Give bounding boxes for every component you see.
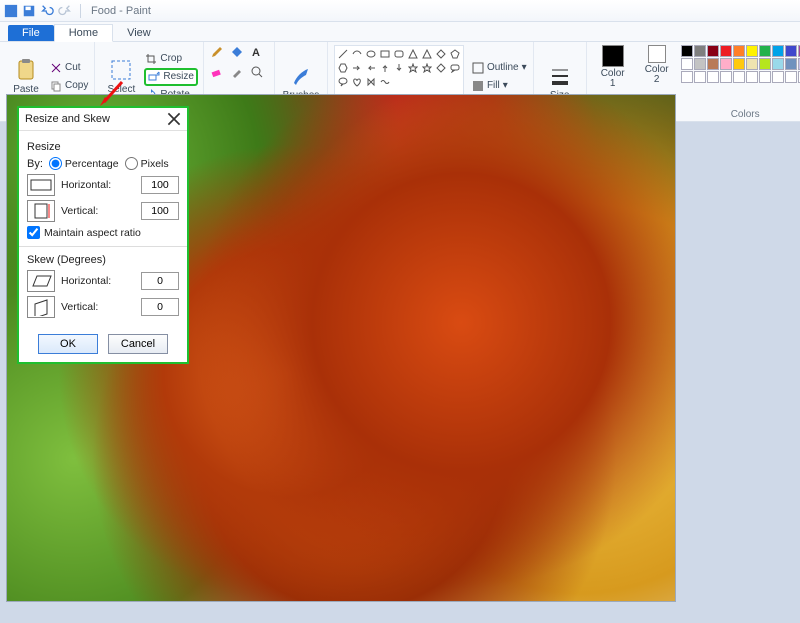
color-swatch[interactable]: [694, 45, 706, 57]
skew-horizontal-input[interactable]: [141, 272, 179, 290]
color-swatch[interactable]: [772, 58, 784, 70]
color-swatch[interactable]: [746, 58, 758, 70]
color-swatch[interactable]: [694, 58, 706, 70]
copy-button[interactable]: Copy: [50, 78, 88, 94]
app-title: Paint: [126, 5, 151, 17]
pencil-icon[interactable]: [210, 45, 224, 59]
resize-button[interactable]: Resize: [145, 69, 197, 85]
color-swatch[interactable]: [746, 45, 758, 57]
skew-h-icon: [27, 270, 55, 292]
resize-vertical-input[interactable]: [141, 202, 179, 220]
color-swatch[interactable]: [720, 45, 732, 57]
color-swatch[interactable]: [694, 71, 706, 83]
resize-horizontal-input[interactable]: [141, 176, 179, 194]
color-swatch[interactable]: [733, 71, 745, 83]
color-swatch[interactable]: [772, 71, 784, 83]
title-bar: Food - Paint: [0, 0, 800, 22]
skew-v-icon: [27, 296, 55, 318]
ribbon-tabs: File Home View: [0, 22, 800, 42]
tab-view[interactable]: View: [113, 25, 165, 41]
resize-h-icon: [27, 174, 55, 196]
skew-vertical-input[interactable]: [141, 298, 179, 316]
radio-percentage[interactable]: Percentage: [49, 157, 119, 170]
resize-v-icon: [27, 200, 55, 222]
redo-icon[interactable]: [58, 4, 72, 18]
color-palette[interactable]: [681, 45, 800, 83]
color-swatch[interactable]: [720, 71, 732, 83]
color2-button[interactable]: Color 2: [637, 45, 677, 85]
color-swatch[interactable]: [772, 45, 784, 57]
color-swatch[interactable]: [681, 71, 693, 83]
color-swatch[interactable]: [681, 45, 693, 57]
resize-section-label: Resize: [27, 141, 179, 153]
color-swatch[interactable]: [746, 71, 758, 83]
skew-section-label: Skew (Degrees): [27, 254, 179, 266]
outline-button[interactable]: Outline ▾: [472, 60, 527, 76]
color-swatch[interactable]: [785, 45, 797, 57]
picker-icon[interactable]: [230, 65, 244, 79]
ok-button[interactable]: OK: [38, 334, 98, 354]
close-icon[interactable]: [167, 112, 181, 126]
resize-skew-dialog: Resize and Skew Resize By: Percentage Pi…: [17, 106, 189, 364]
color-swatch[interactable]: [707, 71, 719, 83]
app-icon: [4, 4, 18, 18]
eraser-icon[interactable]: [210, 65, 224, 79]
cancel-button[interactable]: Cancel: [108, 334, 168, 354]
doc-title: Food: [91, 5, 116, 17]
undo-icon[interactable]: [40, 4, 54, 18]
color-swatch[interactable]: [733, 45, 745, 57]
color-swatch[interactable]: [785, 58, 797, 70]
color1-button[interactable]: Color 1: [593, 45, 633, 89]
tab-home[interactable]: Home: [54, 24, 113, 42]
color-swatch[interactable]: [733, 58, 745, 70]
save-icon[interactable]: [22, 4, 36, 18]
maintain-aspect-checkbox[interactable]: Maintain aspect ratio: [27, 226, 179, 239]
crop-button[interactable]: Crop: [145, 51, 197, 67]
color-swatch[interactable]: [681, 58, 693, 70]
dialog-title: Resize and Skew: [25, 113, 110, 125]
svg-text:A: A: [252, 47, 260, 59]
color-swatch[interactable]: [759, 71, 771, 83]
color-swatch[interactable]: [759, 58, 771, 70]
tab-file[interactable]: File: [8, 25, 54, 41]
radio-pixels[interactable]: Pixels: [125, 157, 169, 170]
color-swatch[interactable]: [707, 45, 719, 57]
magnifier-icon[interactable]: [250, 65, 264, 79]
color-swatch[interactable]: [785, 71, 797, 83]
text-icon[interactable]: A: [250, 45, 264, 59]
color-swatch[interactable]: [720, 58, 732, 70]
fill-button[interactable]: Fill ▾: [472, 78, 527, 94]
color-swatch[interactable]: [707, 58, 719, 70]
color-swatch[interactable]: [759, 45, 771, 57]
cut-button[interactable]: Cut: [50, 60, 88, 76]
fill-icon[interactable]: [230, 45, 244, 59]
